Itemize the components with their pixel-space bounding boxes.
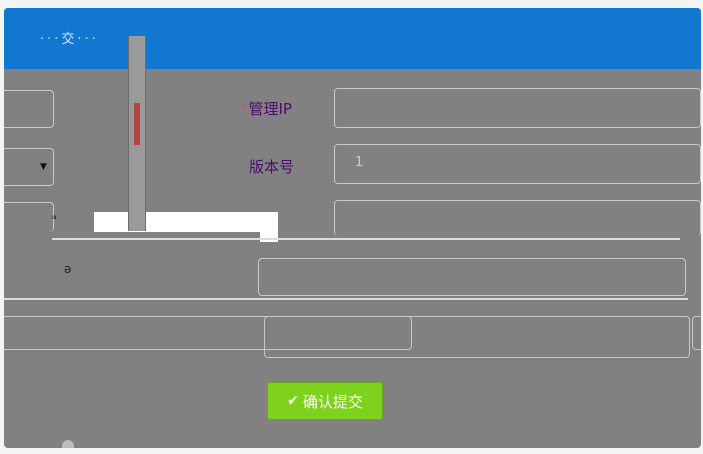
row-line (52, 238, 680, 240)
accent-mark (134, 103, 140, 145)
row-line-2 (4, 298, 688, 300)
confirm-submit-label: 确认提交 (302, 392, 363, 411)
confirm-submit-button[interactable]: ✔ 确认提交 (267, 382, 383, 420)
version-label: 版本号 (249, 158, 295, 176)
screen: ···交··· ▼ *管理IP 版本号 1 ǝ ᵃ ✔ 确认提交 (0, 0, 703, 454)
manage-ip-label-text: 管理IP (248, 100, 292, 118)
wide-input[interactable] (258, 258, 686, 296)
chevron-down-icon: ▼ (40, 162, 47, 172)
lower-right-input[interactable] (264, 316, 690, 358)
dialog-title: ···交··· (40, 32, 99, 47)
required-asterisk: * (240, 100, 248, 118)
checkmark-icon: ✔ (287, 393, 299, 409)
resize-handle[interactable] (62, 440, 74, 448)
glitch-block (94, 212, 260, 232)
left-partial-field[interactable] (4, 202, 54, 232)
obscured-label: ᵃ (52, 212, 57, 226)
version-value: 1 (355, 155, 364, 170)
version-input[interactable]: 1 (334, 144, 701, 184)
manage-ip-input[interactable] (334, 88, 701, 128)
left-text-field[interactable] (4, 90, 54, 128)
lower-edge-input[interactable] (692, 316, 701, 350)
fragment-label: ǝ (64, 262, 72, 276)
obscured-input[interactable] (334, 200, 701, 236)
manage-ip-label: *管理IP (240, 98, 292, 119)
dialog-header: ···交··· (4, 8, 701, 69)
form-dialog: ···交··· ▼ *管理IP 版本号 1 ǝ ᵃ ✔ 确认提交 (4, 8, 701, 448)
